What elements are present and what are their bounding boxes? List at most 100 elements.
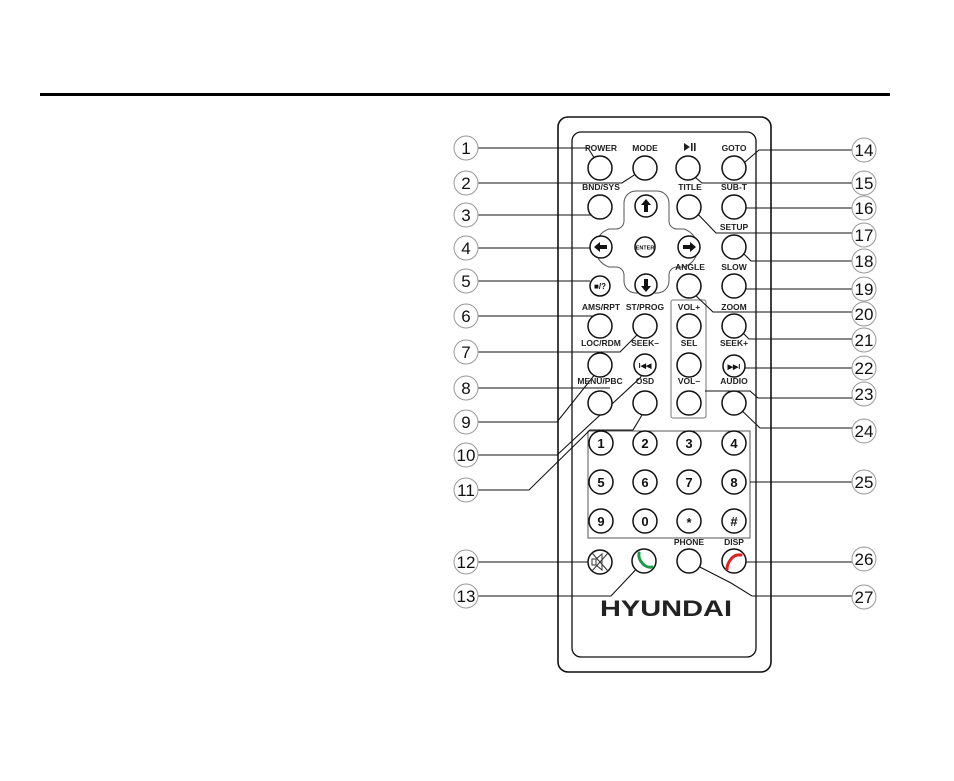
button-osd[interactable]: OSD (632, 376, 658, 416)
callout-6: 6 (453, 303, 479, 329)
callout-9: 9 (453, 409, 479, 435)
slow-label: SLOW (721, 262, 747, 272)
next-track-icon: ▶▶I (727, 364, 741, 371)
button-sub-t[interactable]: SUB-T (721, 182, 748, 220)
callout-number: 22 (855, 359, 874, 378)
button-audio[interactable]: AUDIO (720, 376, 748, 416)
button-phone[interactable]: PHONE (674, 537, 705, 574)
callout-17: 17 (851, 222, 877, 248)
key-hash[interactable]: # (721, 508, 747, 534)
button-left[interactable] (589, 235, 613, 259)
zoom-label: ZOOM (721, 302, 747, 312)
callout-number: 12 (457, 553, 476, 572)
callout-number: 25 (855, 473, 874, 492)
callout-number: 27 (855, 588, 874, 607)
disp-label: DISP (724, 537, 744, 547)
callout-number: 15 (855, 174, 874, 193)
brand-logo: HYUNDAI (600, 596, 732, 621)
callout-number: 18 (855, 252, 874, 271)
button-setup[interactable]: SETUP (720, 222, 749, 260)
key-star[interactable]: * (676, 508, 702, 534)
callout-number: 19 (855, 280, 874, 299)
title-label: TITLE (678, 182, 702, 192)
callout-number: 21 (855, 331, 874, 350)
bnd-sys-label: BND/SYS (582, 182, 620, 192)
osd-label: OSD (636, 376, 654, 386)
callout-number: 4 (461, 239, 470, 258)
key-7[interactable]: 7 (676, 469, 702, 495)
callout-number: 23 (855, 385, 874, 404)
key-9[interactable]: 9 (588, 508, 614, 534)
callout-10: 10 (453, 442, 479, 468)
callout-number: 2 (461, 174, 470, 193)
callout-number: 5 (461, 272, 470, 291)
key-1[interactable]: 1 (588, 430, 614, 456)
callouts-right: 14 15 16 17 18 19 20 21 22 23 24 25 26 2… (851, 137, 877, 610)
callout-22: 22 (851, 355, 877, 381)
key-label: 4 (730, 436, 738, 451)
callout-number: 11 (457, 481, 475, 500)
key-6[interactable]: 6 (632, 469, 658, 495)
callout-19: 19 (851, 276, 877, 302)
key-label: 3 (685, 436, 692, 451)
callout-14: 14 (851, 137, 877, 163)
vol-minus-label: VOL– (678, 376, 700, 386)
callout-number: 8 (461, 379, 470, 398)
callout-26: 26 (851, 546, 877, 572)
key-label: 6 (641, 475, 648, 490)
callout-18: 18 (851, 248, 877, 274)
callout-number: 26 (855, 550, 874, 569)
callout-number: 3 (461, 206, 470, 225)
key-5[interactable]: 5 (588, 469, 614, 495)
callout-number: 20 (855, 305, 874, 324)
callout-16: 16 (851, 195, 877, 221)
mode-label: MODE (632, 143, 658, 153)
st-prog-label: ST/PROG (626, 302, 665, 312)
angle-label: ANGLE (675, 262, 705, 272)
enter-label: ENTER (636, 246, 655, 252)
callout-number: 9 (461, 413, 470, 432)
stop-help-icon: ■/? (594, 282, 606, 291)
callout-15: 15 (851, 170, 877, 196)
button-slow[interactable]: SLOW (721, 262, 748, 299)
callout-27: 27 (851, 584, 877, 610)
callout-number: 16 (855, 199, 874, 218)
key-label: 7 (685, 475, 692, 490)
button-title[interactable]: TITLE (676, 182, 702, 220)
key-4[interactable]: 4 (721, 430, 747, 456)
key-0[interactable]: 0 (632, 508, 658, 534)
callout-number: 7 (461, 343, 470, 362)
button-stop-help[interactable]: ■/? (589, 275, 611, 297)
button-goto[interactable]: GOTO (721, 143, 747, 181)
button-down[interactable] (634, 273, 658, 297)
callout-24: 24 (851, 418, 877, 444)
callout-23: 23 (851, 381, 877, 407)
button-call[interactable] (631, 548, 657, 574)
key-label: 1 (597, 436, 604, 451)
callout-2: 2 (453, 170, 479, 196)
setup-label: SETUP (720, 222, 749, 232)
callout-12: 12 (453, 549, 479, 575)
callout-number: 14 (855, 141, 874, 160)
button-up[interactable] (634, 194, 658, 218)
sel-label: SEL (681, 338, 698, 348)
button-vol-minus[interactable]: VOL– (676, 376, 702, 416)
button-mode[interactable]: MODE (632, 143, 658, 181)
key-2[interactable]: 2 (632, 430, 658, 456)
callout-number: 17 (855, 226, 874, 245)
callout-number: 24 (855, 422, 874, 441)
seek-plus-label: SEEK+ (720, 338, 748, 348)
button-right[interactable] (677, 235, 701, 259)
button-mute[interactable] (587, 549, 613, 575)
button-enter[interactable]: ENTER (634, 236, 656, 258)
key-3[interactable]: 3 (676, 430, 702, 456)
key-label: 9 (597, 514, 604, 529)
loc-rdm-label: LOC/RDM (581, 338, 621, 348)
button-zoom[interactable]: ZOOM (721, 302, 747, 339)
key-8[interactable]: 8 (721, 469, 747, 495)
key-label: 5 (597, 475, 604, 490)
callout-25: 25 (851, 469, 877, 495)
button-vol-plus[interactable]: VOL+ (676, 302, 702, 339)
callout-4: 4 (453, 235, 479, 261)
button-disp[interactable]: DISP (721, 537, 747, 574)
